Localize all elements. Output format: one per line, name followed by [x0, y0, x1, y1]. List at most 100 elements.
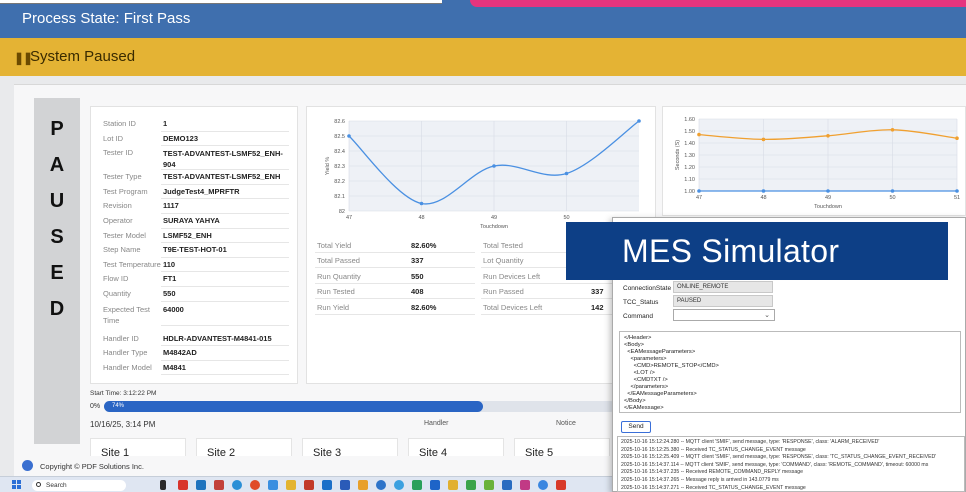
stat-value: 82.60%	[411, 241, 437, 250]
app-icon[interactable]	[466, 480, 476, 490]
app-icon[interactable]	[250, 480, 260, 490]
data-point	[826, 134, 830, 138]
app-icon[interactable]	[178, 480, 188, 490]
app-icon[interactable]	[376, 480, 386, 490]
log-line: 2025-10-16 15:12:25.409 -- MQTT client '…	[621, 454, 937, 461]
stat-divider	[315, 298, 475, 300]
taskview-icon[interactable]	[160, 480, 166, 490]
stat-label: Run Yield	[317, 302, 350, 312]
x-tick-label: 50	[889, 195, 895, 201]
test-time-card: 1.60 1.50 1.40 1.30 1.20 1.10 1.00 47 48 49 50 51 To…	[662, 106, 966, 216]
info-label: Operator	[103, 216, 133, 225]
info-value: LSMF52_ENH	[163, 230, 212, 240]
info-divider	[161, 286, 289, 287]
info-label: Station ID	[103, 119, 136, 128]
y-axis-label: Yield %	[325, 157, 331, 176]
app-icon[interactable]	[232, 480, 242, 490]
stat-label: Run Devices Left	[483, 271, 541, 281]
taskbar-search[interactable]: Search	[32, 480, 126, 491]
y-tick-label: 82.5	[334, 134, 345, 140]
info-label: Tester ID	[103, 148, 134, 158]
xml-line: <parameters>	[624, 356, 667, 362]
footer: Copyright © PDF Solutions Inc.	[14, 456, 614, 476]
info-label: Test Temperature	[103, 259, 161, 269]
data-point	[347, 134, 351, 138]
paused-indicator: P A U S E D	[34, 98, 80, 444]
connection-state-field: ONLINE_REMOTE	[673, 281, 773, 293]
data-point	[890, 128, 895, 132]
data-point	[564, 171, 569, 176]
app-icon[interactable]	[268, 480, 278, 490]
app-icon[interactable]	[430, 480, 440, 490]
app-icon[interactable]	[556, 480, 566, 490]
handler-header: Handler	[424, 420, 449, 427]
info-label: Handler ID	[103, 333, 139, 343]
x-tick-label: 47	[346, 215, 352, 221]
timestamp: 10/16/25, 3:14 PM	[90, 420, 156, 429]
pause-letter: D	[49, 298, 65, 320]
page-title: Process State: First Pass	[22, 10, 191, 27]
xml-line: <CMD>REMOTE_STOP</CMD>	[624, 363, 719, 369]
app-icon[interactable]	[394, 480, 404, 490]
info-label: Tester Type	[103, 172, 142, 182]
app-icon[interactable]	[538, 480, 548, 490]
app-icon[interactable]	[340, 480, 350, 490]
data-point	[761, 137, 766, 142]
command-label: Command	[623, 313, 653, 320]
info-value: T9E-TEST-HOT-01	[163, 245, 227, 255]
data-point	[637, 119, 641, 123]
info-divider	[161, 256, 289, 258]
xml-line: </EAMessage>	[624, 405, 664, 411]
app-icon[interactable]	[502, 480, 512, 490]
app-icon[interactable]	[520, 480, 530, 490]
app-icon[interactable]	[448, 480, 458, 490]
message-xml-textarea[interactable]: </Header> <Body> <EAMessageParameters> <p…	[619, 331, 961, 413]
stat-divider	[315, 313, 475, 315]
progress-fill	[104, 401, 483, 412]
x-tick-label: 47	[696, 195, 702, 201]
info-value: 110	[163, 259, 176, 269]
y-tick-label: 1.30	[684, 153, 695, 159]
send-button[interactable]: Send	[621, 421, 651, 433]
data-point	[955, 136, 959, 140]
info-divider	[161, 324, 289, 326]
info-divider	[161, 169, 289, 171]
xml-line: <LOT />	[624, 370, 655, 376]
windows-start-icon[interactable]	[12, 480, 22, 490]
taskbar: Search	[0, 476, 612, 492]
app-icon[interactable]	[214, 480, 224, 490]
yield-chart: 82.6 82.5 82.4 82.3 82.2 82.1 8247 48 49 50 Touchd…	[325, 119, 641, 230]
app-icon[interactable]	[358, 480, 368, 490]
app-icon[interactable]	[412, 480, 422, 490]
x-tick-label: 49	[491, 215, 497, 221]
info-label: Flow ID	[103, 274, 129, 284]
x-axis-label: Touchdown	[814, 204, 842, 210]
pause-letter: E	[50, 262, 64, 284]
stat-divider	[315, 282, 475, 284]
info-label: Handler Model	[103, 362, 152, 372]
command-select[interactable]: ⌄	[673, 309, 775, 321]
progress-bar: 74%	[104, 401, 616, 412]
app-icon[interactable]	[484, 480, 494, 490]
start-time: Start Time: 3:12:22 PM	[90, 390, 157, 397]
info-label: Tester Model	[103, 230, 146, 240]
y-tick-label: 82.6	[334, 119, 345, 125]
y-tick-label: 82	[339, 209, 345, 215]
y-tick-label: 1.20	[684, 165, 695, 171]
app-icon[interactable]	[322, 480, 332, 490]
stat-label: Total Yield	[317, 241, 352, 250]
message-log: 2025-10-16 15:12:24.280 -- MQTT client '…	[617, 436, 965, 492]
mes-simulator-banner: MES Simulator	[566, 222, 948, 280]
info-value: TEST-ADVANTEST-LSMF52_ENH-904	[163, 149, 283, 170]
data-point	[697, 132, 701, 137]
app-icon[interactable]	[196, 480, 206, 490]
stat-label: Lot Quantity	[483, 256, 524, 266]
info-divider	[161, 227, 289, 229]
y-tick-label: 1.40	[684, 141, 695, 147]
stat-label: Run Passed	[483, 287, 524, 297]
folder-icon[interactable]	[286, 480, 296, 490]
info-value: M4841	[163, 362, 186, 372]
log-line: 2025-10-16 15:14:37.235 -- Received REMO…	[621, 469, 804, 476]
xml-line: <CMDTXT />	[624, 377, 668, 383]
app-icon[interactable]	[304, 480, 314, 490]
